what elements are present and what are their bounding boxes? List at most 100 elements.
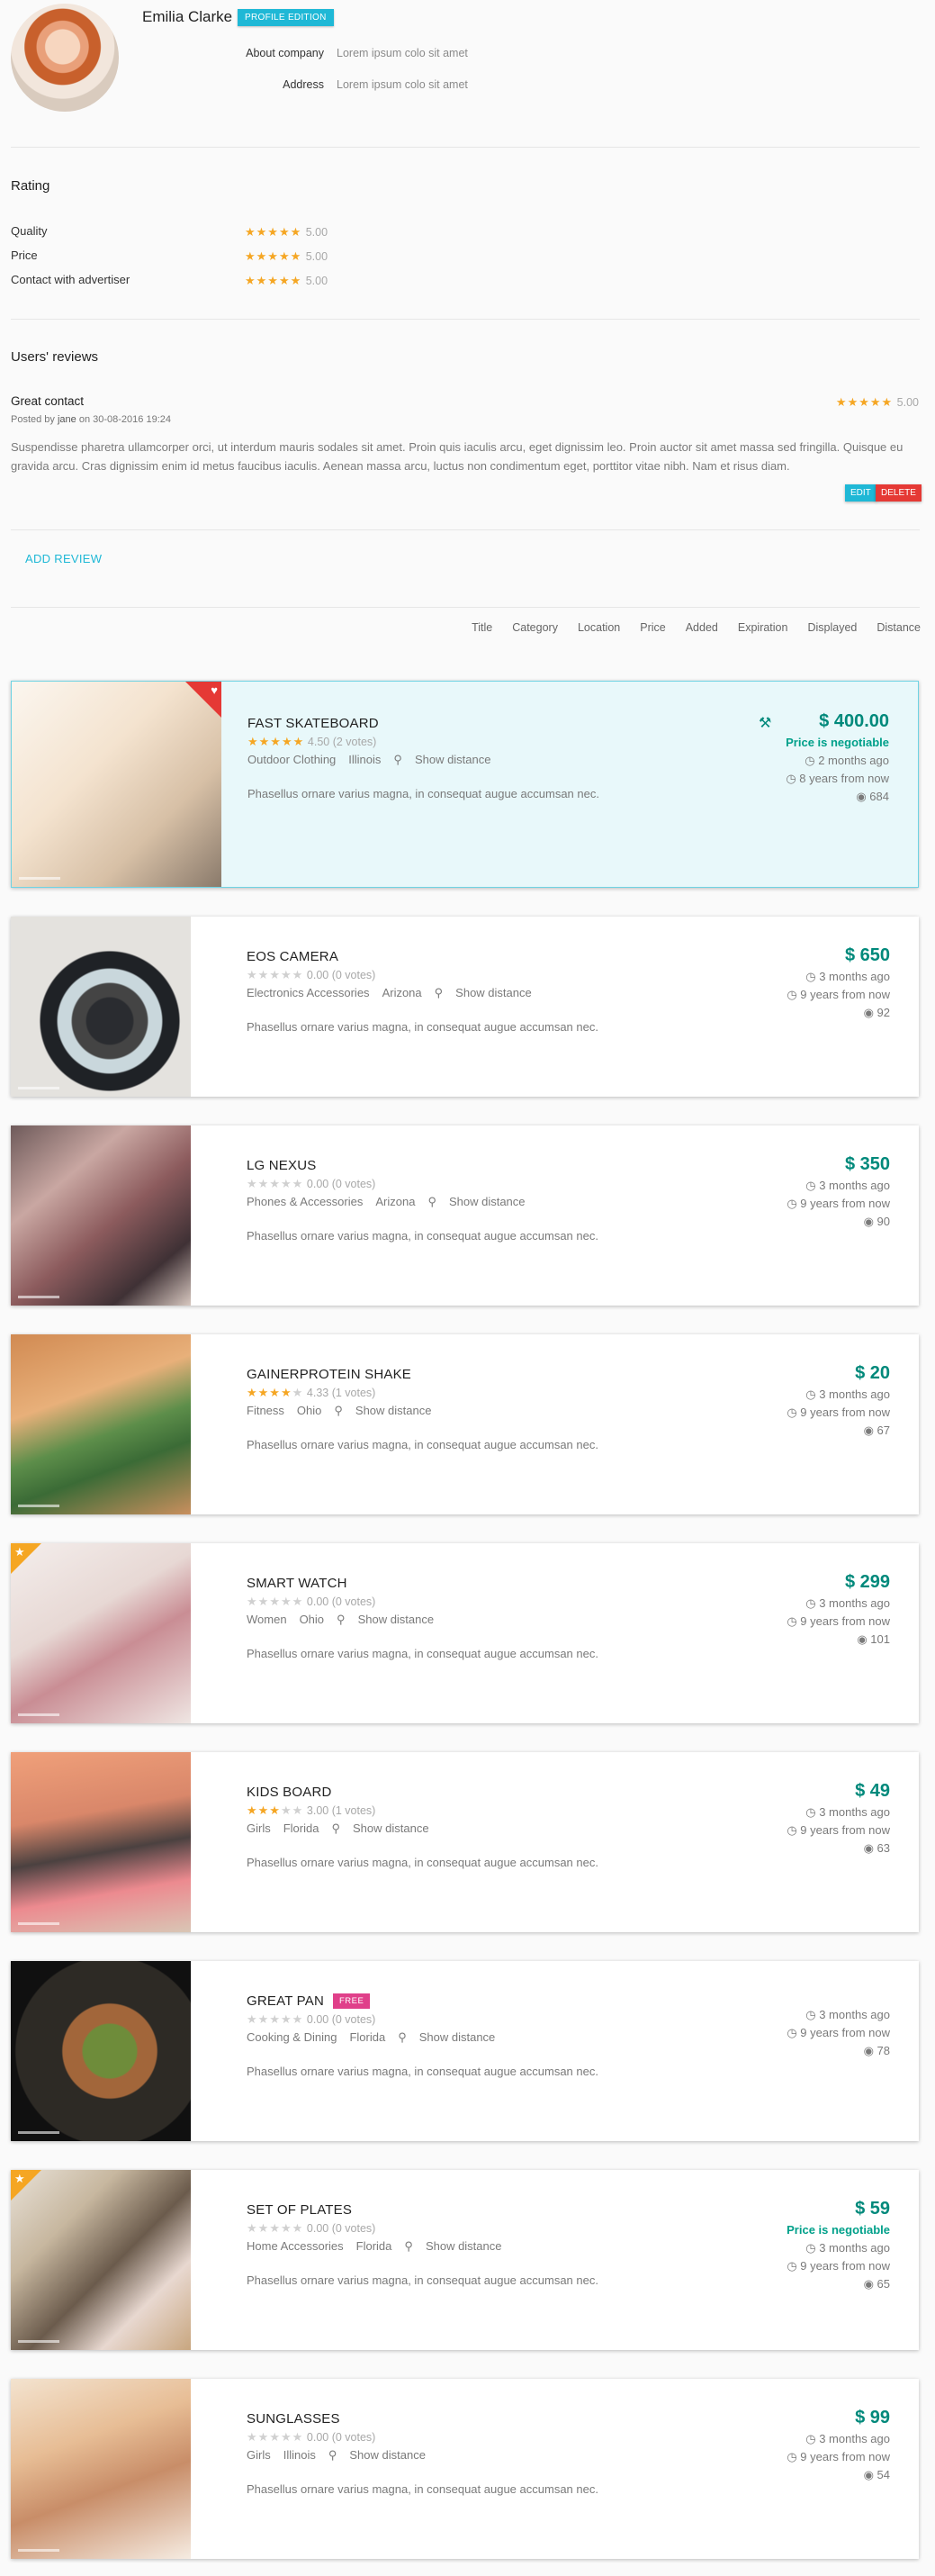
rating-score: 5.00 [305,250,328,263]
listing-location[interactable]: Florida [283,1821,319,1835]
listing-card[interactable]: ★ SET OF PLATES ★★★★★ 0.00 (0 votes) Home A… [11,2170,919,2350]
listing-category[interactable]: Girls [247,2448,271,2462]
listing-card[interactable]: EOS CAMERA ★★★★★ 0.00 (0 votes) Electronic… [11,917,919,1097]
listing-location[interactable]: Arizona [375,1195,415,1208]
show-distance-link[interactable]: ⚲ Show distance [398,2030,508,2044]
listing-title-text[interactable]: LG NEXUS [247,1158,316,1173]
listing-card[interactable]: ♥ ⚒ FAST SKATEBOARD ★★★★★ 4.50 (2 votes) Out… [11,681,919,888]
listing-title[interactable]: SET OF PLATES [247,2202,352,2218]
show-distance-link[interactable]: ⚲ Show distance [331,1821,441,1835]
listing-title[interactable]: LG NEXUS [247,1158,316,1173]
profile-edition-badge[interactable]: PROFILE EDITION [238,9,334,26]
listing-location[interactable]: Arizona [382,986,422,999]
listing-thumbnail[interactable] [11,1334,191,1514]
listing-card[interactable]: GREAT PAN FREE ★★★★★ 0.00 (0 votes) Cooking… [11,1961,919,2141]
show-distance-label[interactable]: Show distance [419,2030,496,2044]
listing-category[interactable]: Electronics Accessories [247,986,370,999]
listing-title-text[interactable]: GREAT PAN [247,1993,324,2009]
listing-thumbnail[interactable] [11,1752,191,1932]
listing-card[interactable]: SUNGLASSES ★★★★★ 0.00 (0 votes) Girls Illin… [11,2379,919,2559]
listing-added-text: 3 months ago [819,2432,890,2445]
sort-title[interactable]: Title [472,621,492,634]
listing-votes: 4.33 (1 votes) [306,1387,376,1399]
listing-title[interactable]: FAST SKATEBOARD [247,716,379,731]
sort-location[interactable]: Location [578,621,620,634]
clock-icon: ◷ [805,1179,816,1192]
listing-title-text[interactable]: SET OF PLATES [247,2202,352,2218]
show-distance-link[interactable]: ⚲ Show distance [328,2448,438,2462]
listing-category[interactable]: Cooking & Dining [247,2030,337,2044]
listing-added-text: 3 months ago [819,1596,890,1610]
thumbnail-caption-bar [18,1087,59,1089]
listing-thumbnail[interactable] [11,917,191,1097]
listing-category[interactable]: Outdoor Clothing [247,753,336,766]
listing-location[interactable]: Florida [356,2239,392,2253]
add-review-link[interactable]: ADD REVIEW [25,552,102,565]
listing-title[interactable]: SUNGLASSES [247,2411,340,2427]
show-distance-link[interactable]: ⚲ Show distance [337,1613,446,1626]
edit-review-button[interactable]: EDIT [845,484,877,502]
listing-location[interactable]: Illinois [348,753,381,766]
listing-thumbnail[interactable] [11,1961,191,2141]
listing-category[interactable]: Fitness [247,1404,284,1417]
rating-stars: ★★★★★ [245,249,302,263]
listing-title-text[interactable]: FAST SKATEBOARD [247,716,379,731]
show-distance-link[interactable]: ⚲ Show distance [435,986,544,999]
listing-title[interactable]: GAINERPROTEIN SHAKE [247,1367,411,1382]
review-author[interactable]: jane [58,414,76,425]
show-distance-label[interactable]: Show distance [426,2239,502,2253]
listing-title[interactable]: EOS CAMERA [247,949,338,964]
sort-displayed[interactable]: Displayed [807,621,857,634]
favorite-ribbon[interactable]: ♥ [185,682,221,718]
sort-distance[interactable]: Distance [877,621,921,634]
show-distance-link[interactable]: ⚲ Show distance [427,1195,537,1208]
show-distance-label[interactable]: Show distance [353,1821,429,1835]
eye-icon: ◉ [856,790,867,803]
listing-card[interactable]: KIDS BOARD ★★★★★ 3.00 (1 votes) Girls Flori… [11,1752,919,1932]
listing-card[interactable]: ★ SMART WATCH ★★★★★ 0.00 (0 votes) Women Ohi… [11,1543,919,1723]
listing-category[interactable]: Women [247,1613,287,1626]
clock-icon: ◷ [787,2259,797,2273]
show-distance-label[interactable]: Show distance [355,1404,432,1417]
listing-location[interactable]: Florida [349,2030,385,2044]
listing-title[interactable]: SMART WATCH [247,1576,347,1591]
listing-title[interactable]: KIDS BOARD [247,1785,332,1800]
show-distance-label[interactable]: Show distance [415,753,491,766]
listing-location[interactable]: Ohio [297,1404,321,1417]
listing-location[interactable]: Ohio [300,1613,324,1626]
listing-views-count: 67 [877,1424,890,1437]
listing-title-text[interactable]: SMART WATCH [247,1576,347,1591]
listing-title-text[interactable]: SUNGLASSES [247,2411,340,2427]
listing-location[interactable]: Illinois [283,2448,316,2462]
listing-votes: 0.00 (0 votes) [306,969,376,981]
listing-price: $ 99 [855,2408,890,2427]
listing-title[interactable]: GREAT PAN FREE [247,1993,371,2009]
listing-title-text[interactable]: EOS CAMERA [247,949,338,964]
listing-expires: ◷ 9 years from now [787,2257,890,2275]
listing-price: $ 400.00 [819,711,889,731]
listing-added-text: 3 months ago [819,1387,890,1401]
sort-price[interactable]: Price [640,621,665,634]
listing-card[interactable]: LG NEXUS ★★★★★ 0.00 (0 votes) Phones & Acc… [11,1125,919,1306]
delete-review-button[interactable]: DELETE [876,484,922,502]
show-distance-link[interactable]: ⚲ Show distance [334,1404,444,1417]
listing-title-text[interactable]: GAINERPROTEIN SHAKE [247,1367,411,1382]
eye-icon: ◉ [857,1632,868,1646]
listing-thumbnail[interactable] [11,2379,191,2559]
show-distance-label[interactable]: Show distance [455,986,532,999]
clock-icon: ◷ [805,2008,816,2021]
listing-category[interactable]: Phones & Accessories [247,1195,363,1208]
listing-title-text[interactable]: KIDS BOARD [247,1785,332,1800]
show-distance-label[interactable]: Show distance [349,2448,426,2462]
sort-category[interactable]: Category [512,621,558,634]
sort-added[interactable]: Added [686,621,718,634]
sort-expiration[interactable]: Expiration [738,621,788,634]
show-distance-label[interactable]: Show distance [449,1195,526,1208]
listing-category[interactable]: Girls [247,1821,271,1835]
listing-category[interactable]: Home Accessories [247,2239,344,2253]
show-distance-link[interactable]: ⚲ Show distance [404,2239,514,2253]
listing-card[interactable]: GAINERPROTEIN SHAKE ★★★★★ 4.33 (1 votes) F… [11,1334,919,1514]
show-distance-label[interactable]: Show distance [358,1613,435,1626]
listing-thumbnail[interactable] [11,1125,191,1306]
show-distance-link[interactable]: ⚲ Show distance [393,753,503,766]
